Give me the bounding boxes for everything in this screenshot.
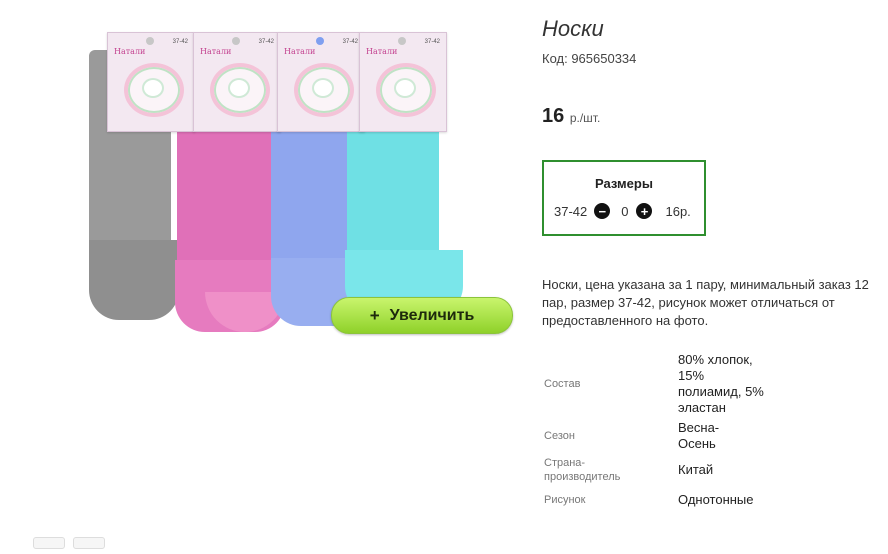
packaging-card-2: Натали 37-42 [193,32,281,132]
wreath-logo [124,63,184,117]
card-size: 37-42 [258,39,274,45]
property-label: Рисунок [544,494,586,506]
card-brand: Натали [366,47,398,56]
hanger-hole [146,37,154,45]
size-value: 37-42 [554,203,588,219]
price-unit: р./шт. [569,111,601,125]
plus-icon: + [369,305,380,325]
property-label: Страна-производитель [544,457,621,483]
packaging-card-4: Натали 37-42 [359,32,447,132]
plus-circle-icon[interactable]: + [636,203,653,219]
product-description: Носки, цена указана за 1 пару, минимальн… [542,277,869,328]
card-size: 37-42 [342,39,358,45]
sock-grey-foot [89,240,179,320]
thumbnail-strip [33,536,109,554]
card-brand: Натали [200,47,232,56]
sizes-heading: Размеры [595,176,653,191]
property-value: Весна-Осень [678,420,720,451]
sizes-box: Размеры 37-42 − 0 + 16р. [542,160,706,236]
packaging-card-3: Натали 37-42 [277,32,365,132]
card-brand: Натали [114,47,146,56]
hanger-hole [232,37,240,45]
property-value: Китай [678,462,714,477]
minus-icon[interactable]: − [594,203,611,219]
property-label: Состав [544,378,581,390]
zoom-button-label: Увеличить [389,306,475,324]
thumbnail[interactable] [33,537,65,549]
hanger-hole [398,37,406,45]
hanger-hole [316,37,324,45]
zoom-button[interactable]: + Увеличить [331,297,513,334]
product-photo[interactable]: Натали 37-42 Натали 37-42 Натали 37-42 Н… [75,30,495,340]
product-price: 16 р./шт. [542,105,600,128]
thumbnail[interactable] [73,537,106,549]
price-value: 16 [542,105,565,127]
property-value: 80% хлопок, 15% полиамид, 5% эластан [678,352,764,415]
card-size: 37-42 [424,39,440,45]
wreath-logo [376,63,436,117]
property-label: Сезон [544,430,575,442]
card-brand: Натали [284,47,316,56]
wreath-logo [294,63,354,117]
product-title: Носки [542,16,604,41]
size-row: 37-42 − 0 + 16р. [554,203,691,219]
packaging-card-1: Натали 37-42 [107,32,195,132]
product-code: Код: 965650334 [542,51,637,66]
card-size: 37-42 [172,39,188,45]
size-price: 16р. [665,203,691,219]
wreath-logo [210,63,270,117]
property-value: Однотонные [678,492,754,507]
quantity-value[interactable]: 0 [621,204,628,219]
